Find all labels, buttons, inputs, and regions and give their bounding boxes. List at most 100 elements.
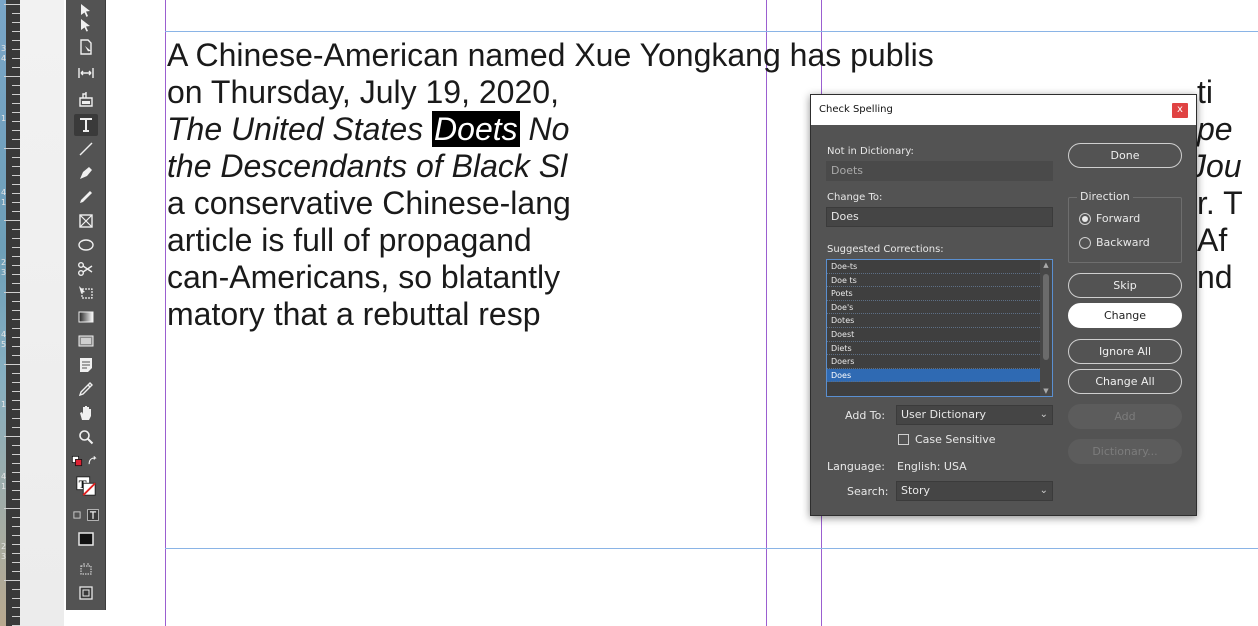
ruler-tick xyxy=(12,13,20,14)
free-transform-tool-icon[interactable] xyxy=(74,282,98,304)
ruler-number: 4 xyxy=(1,472,7,481)
story-line-fragment[interactable]: nd xyxy=(1197,260,1233,294)
page-left-margin-guide[interactable] xyxy=(165,0,166,626)
hand-tool-icon[interactable] xyxy=(74,402,98,424)
formatting-affects-text-icon[interactable] xyxy=(86,504,100,526)
change-to-input[interactable]: Does xyxy=(826,207,1053,227)
rectangle-frame-tool-icon[interactable] xyxy=(74,210,98,232)
ruler-tick xyxy=(12,238,20,239)
suggestion-item[interactable]: Doe ts xyxy=(827,274,1052,288)
ruler-tick xyxy=(12,328,20,329)
ruler-tick xyxy=(12,85,20,86)
eyedropper-tool-icon[interactable] xyxy=(74,378,98,400)
column-guide-left[interactable] xyxy=(766,0,767,626)
pencil-tool-icon[interactable] xyxy=(74,186,98,208)
story-line-fragment[interactable]: pe xyxy=(1197,112,1233,146)
pen-tool-icon[interactable] xyxy=(74,162,98,184)
gradient-feather-tool-icon[interactable] xyxy=(74,330,98,352)
apply-container-icon[interactable] xyxy=(70,504,84,526)
case-sensitive-label[interactable]: Case Sensitive xyxy=(915,433,996,446)
suggestion-item[interactable]: Doers xyxy=(827,355,1052,369)
ruler-tick xyxy=(12,229,20,230)
add-to-label: Add To: xyxy=(845,409,886,422)
suggestion-item[interactable]: Dotes xyxy=(827,314,1052,328)
ruler-tick xyxy=(12,157,20,158)
gap-tool-icon[interactable] xyxy=(74,62,98,84)
done-button[interactable]: Done xyxy=(1068,143,1182,168)
story-line[interactable]: on Thursday, July 19, 2020, xyxy=(167,75,559,109)
dialog-title[interactable]: Check Spelling xyxy=(811,95,1196,125)
not-in-dictionary-value: Doets xyxy=(826,161,1053,181)
zoom-tool-icon[interactable] xyxy=(74,426,98,448)
normal-view-icon[interactable] xyxy=(74,558,98,580)
ruler-number: 2 xyxy=(1,542,7,551)
suggestion-item[interactable]: Doe-ts xyxy=(827,260,1052,274)
page-tool-icon[interactable] xyxy=(74,36,98,58)
story-line[interactable]: article is full of propagand xyxy=(167,223,532,257)
suggestion-item[interactable]: Poets xyxy=(827,287,1052,301)
skip-button[interactable]: Skip xyxy=(1068,273,1182,298)
language-label: Language: xyxy=(827,460,885,473)
suggestion-item[interactable]: Does xyxy=(827,368,1052,383)
ruler-tick xyxy=(12,94,20,95)
ruler-tick xyxy=(12,607,20,608)
direct-selection-tool-icon[interactable] xyxy=(74,14,98,36)
top-margin-guide[interactable] xyxy=(165,31,1258,32)
story-line[interactable]: a conservative Chinese-lang xyxy=(167,186,571,220)
ruler-number: 5 xyxy=(1,340,7,349)
ignore-all-button[interactable]: Ignore All xyxy=(1068,339,1182,364)
screen-mode-icon[interactable] xyxy=(74,582,98,604)
scroll-up-icon[interactable]: ▲ xyxy=(1042,261,1050,269)
story-line[interactable]: A Chinese-American named Xue Yongkang ha… xyxy=(167,38,934,72)
story-line-fragment[interactable]: r. T xyxy=(1197,186,1243,220)
suggestion-item[interactable]: Doest xyxy=(827,328,1052,342)
ruler-tick xyxy=(12,67,20,68)
ruler-tick xyxy=(12,283,20,284)
suggestion-item[interactable]: Doe's xyxy=(827,301,1052,315)
search-select[interactable]: Story ⌄ xyxy=(896,481,1053,501)
bottom-margin-guide[interactable] xyxy=(165,548,1258,549)
ruler-tick xyxy=(4,76,20,77)
story-line[interactable]: the Descendants of Black Sl xyxy=(167,149,567,183)
case-sensitive-checkbox[interactable] xyxy=(898,434,909,445)
story-line[interactable]: can-Americans, so blatantly xyxy=(167,260,560,294)
vertical-ruler[interactable]: 34141234514123 xyxy=(0,0,20,626)
ruler-number: 1 xyxy=(1,198,7,207)
apply-color-icon[interactable] xyxy=(74,528,98,550)
misspelled-word-highlight[interactable]: Doets xyxy=(432,111,520,147)
story-line-fragment[interactable]: Af xyxy=(1197,223,1227,257)
scroll-down-icon[interactable]: ▼ xyxy=(1042,387,1050,395)
scissors-tool-icon[interactable] xyxy=(74,258,98,280)
change-all-button[interactable]: Change All xyxy=(1068,369,1182,394)
add-to-select[interactable]: User Dictionary ⌄ xyxy=(896,405,1053,425)
suggested-corrections-list[interactable]: Doe-ts Doe ts Poets Doe's Dotes Doest Diets Doe… xyxy=(826,259,1053,397)
change-button[interactable]: Change xyxy=(1068,303,1182,328)
gradient-swatch-tool-icon[interactable] xyxy=(74,306,98,328)
swap-fill-stroke-icon[interactable] xyxy=(86,450,100,472)
forward-label[interactable]: Forward xyxy=(1096,212,1140,225)
indesign-workspace: 34141234514123 T A Chinese-American name… xyxy=(0,0,1258,626)
fill-stroke-swatch-icon[interactable]: T xyxy=(74,472,98,500)
ellipse-tool-icon[interactable] xyxy=(74,234,98,256)
ruler-tick xyxy=(12,121,20,122)
story-line-fragment[interactable]: Jou xyxy=(1190,149,1242,183)
ruler-tick xyxy=(12,166,20,167)
dictionary-button[interactable]: Dictionary... xyxy=(1068,439,1182,464)
list-scrollbar[interactable]: ▲ ▼ xyxy=(1040,260,1052,396)
backward-label[interactable]: Backward xyxy=(1096,236,1150,249)
close-icon[interactable]: x xyxy=(1172,103,1188,118)
add-button[interactable]: Add xyxy=(1068,404,1182,429)
line-tool-icon[interactable] xyxy=(74,138,98,160)
type-tool-icon[interactable] xyxy=(74,114,98,136)
content-collector-icon[interactable] xyxy=(74,88,98,110)
story-line[interactable]: The United States Doets No xyxy=(167,111,569,147)
note-tool-icon[interactable] xyxy=(74,354,98,376)
ruler-tick xyxy=(12,58,20,59)
suggestion-item[interactable]: Diets xyxy=(827,342,1052,356)
default-fill-stroke-icon[interactable] xyxy=(70,450,84,472)
backward-radio[interactable] xyxy=(1079,237,1091,249)
forward-radio[interactable] xyxy=(1079,213,1091,225)
story-line[interactable]: matory that a rebuttal resp xyxy=(167,297,541,331)
scrollbar-thumb[interactable] xyxy=(1043,274,1049,360)
story-line-fragment[interactable]: ti xyxy=(1197,75,1213,109)
